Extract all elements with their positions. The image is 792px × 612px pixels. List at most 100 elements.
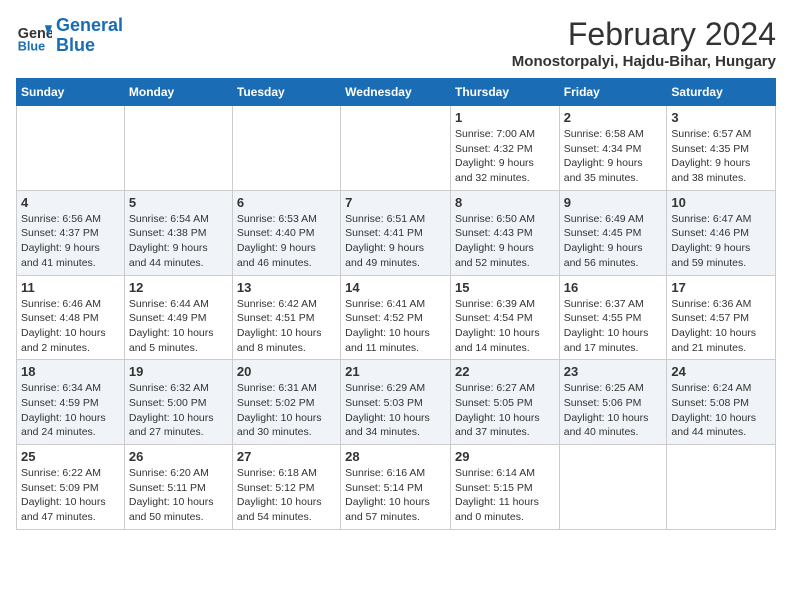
calendar-cell: 25 Sunrise: 6:22 AMSunset: 5:09 PMDayligh… [17,445,125,530]
day-info: Sunrise: 6:41 AMSunset: 4:52 PMDaylight:… [345,297,446,356]
day-info: Sunrise: 6:44 AMSunset: 4:49 PMDaylight:… [129,297,228,356]
calendar-cell: 21Sunrise: 6:29 AMSunset: 5:03 PMDayligh… [341,360,451,445]
title-area: February 2024 Monostorpalyi, Hajdu-Bihar… [512,16,776,70]
calendar-cell: 8 Sunrise: 6:50 AMSunset: 4:43 PMDaylight… [450,190,559,275]
day-info: Sunrise: 6:29 AMSunset: 5:03 PMDaylight:… [345,381,446,440]
weekday-tuesday: Tuesday [232,79,340,106]
day-info: Sunrise: 6:18 AMSunset: 5:12 PMDaylight:… [237,466,336,525]
day-number: 27 [237,449,336,464]
day-number: 4 [21,195,120,210]
weekday-friday: Friday [559,79,667,106]
calendar-cell: 4 Sunrise: 6:56 AMSunset: 4:37 PMDaylight… [17,190,125,275]
weekday-sunday: Sunday [17,79,125,106]
week-row-3: 18 Sunrise: 6:34 AMSunset: 4:59 PMDayligh… [17,360,776,445]
calendar-cell: 23 Sunrise: 6:25 AMSunset: 5:06 PMDayligh… [559,360,667,445]
calendar-cell: 15Sunrise: 6:39 AMSunset: 4:54 PMDayligh… [450,275,559,360]
calendar-cell: 16Sunrise: 6:37 AMSunset: 4:55 PMDayligh… [559,275,667,360]
calendar-cell: 12 Sunrise: 6:44 AMSunset: 4:49 PMDayligh… [124,275,232,360]
calendar-cell [667,445,776,530]
day-info: Sunrise: 6:24 AMSunset: 5:08 PMDaylight:… [671,381,771,440]
calendar-cell: 3Sunrise: 6:57 AMSunset: 4:35 PMDaylight… [667,106,776,191]
weekday-monday: Monday [124,79,232,106]
day-info: Sunrise: 7:00 AMSunset: 4:32 PMDaylight:… [455,127,555,186]
week-row-0: 1 Sunrise: 7:00 AMSunset: 4:32 PMDaylight… [17,106,776,191]
svg-text:Blue: Blue [18,39,45,53]
day-number: 18 [21,364,120,379]
main-title: February 2024 [512,16,776,53]
day-number: 13 [237,280,336,295]
calendar-cell: 7 Sunrise: 6:51 AMSunset: 4:41 PMDaylight… [341,190,451,275]
day-info: Sunrise: 6:16 AMSunset: 5:14 PMDaylight:… [345,466,446,525]
calendar-cell: 20Sunrise: 6:31 AMSunset: 5:02 PMDayligh… [232,360,340,445]
day-info: Sunrise: 6:51 AMSunset: 4:41 PMDaylight:… [345,212,446,271]
day-number: 7 [345,195,446,210]
day-number: 29 [455,449,555,464]
day-number: 2 [564,110,663,125]
logo-text: GeneralBlue [56,16,123,56]
day-info: Sunrise: 6:49 AMSunset: 4:45 PMDaylight:… [564,212,663,271]
day-number: 25 [21,449,120,464]
calendar-cell: 14 Sunrise: 6:41 AMSunset: 4:52 PMDayligh… [341,275,451,360]
weekday-wednesday: Wednesday [341,79,451,106]
day-number: 12 [129,280,228,295]
calendar-cell: 27 Sunrise: 6:18 AMSunset: 5:12 PMDayligh… [232,445,340,530]
calendar-table: SundayMondayTuesdayWednesdayThursdayFrid… [16,78,776,530]
subtitle: Monostorpalyi, Hajdu-Bihar, Hungary [512,53,776,70]
logo: General Blue GeneralBlue [16,16,123,56]
calendar-cell [17,106,125,191]
day-number: 5 [129,195,228,210]
week-row-2: 11 Sunrise: 6:46 AMSunset: 4:48 PMDayligh… [17,275,776,360]
day-info: Sunrise: 6:46 AMSunset: 4:48 PMDaylight:… [21,297,120,356]
day-info: Sunrise: 6:56 AMSunset: 4:37 PMDaylight:… [21,212,120,271]
day-info: Sunrise: 6:47 AMSunset: 4:46 PMDaylight:… [671,212,771,271]
day-number: 3 [671,110,771,125]
calendar-cell: 6Sunrise: 6:53 AMSunset: 4:40 PMDaylight… [232,190,340,275]
day-info: Sunrise: 6:36 AMSunset: 4:57 PMDaylight:… [671,297,771,356]
calendar-cell: 13 Sunrise: 6:42 AMSunset: 4:51 PMDayligh… [232,275,340,360]
calendar-cell: 10 Sunrise: 6:47 AMSunset: 4:46 PMDayligh… [667,190,776,275]
day-info: Sunrise: 6:58 AMSunset: 4:34 PMDaylight:… [564,127,663,186]
day-info: Sunrise: 6:54 AMSunset: 4:38 PMDaylight:… [129,212,228,271]
day-number: 6 [237,195,336,210]
calendar-body: 1 Sunrise: 7:00 AMSunset: 4:32 PMDaylight… [17,106,776,530]
header: General Blue GeneralBlue February 2024 M… [16,16,776,70]
day-info: Sunrise: 6:32 AMSunset: 5:00 PMDaylight:… [129,381,228,440]
calendar-cell: 5 Sunrise: 6:54 AMSunset: 4:38 PMDaylight… [124,190,232,275]
calendar-cell: 22 Sunrise: 6:27 AMSunset: 5:05 PMDayligh… [450,360,559,445]
calendar-cell: 2 Sunrise: 6:58 AMSunset: 4:34 PMDaylight… [559,106,667,191]
calendar-cell: 26 Sunrise: 6:20 AMSunset: 5:11 PMDayligh… [124,445,232,530]
day-number: 23 [564,364,663,379]
week-row-1: 4 Sunrise: 6:56 AMSunset: 4:37 PMDaylight… [17,190,776,275]
day-number: 9 [564,195,663,210]
day-number: 17 [671,280,771,295]
day-number: 24 [671,364,771,379]
calendar-cell: 11 Sunrise: 6:46 AMSunset: 4:48 PMDayligh… [17,275,125,360]
weekday-thursday: Thursday [450,79,559,106]
day-number: 26 [129,449,228,464]
logo-icon: General Blue [16,18,52,54]
day-info: Sunrise: 6:14 AMSunset: 5:15 PMDaylight:… [455,466,555,525]
calendar-cell: 9 Sunrise: 6:49 AMSunset: 4:45 PMDaylight… [559,190,667,275]
calendar-cell: 18 Sunrise: 6:34 AMSunset: 4:59 PMDayligh… [17,360,125,445]
calendar-cell: 17 Sunrise: 6:36 AMSunset: 4:57 PMDayligh… [667,275,776,360]
day-number: 1 [455,110,555,125]
calendar-cell [559,445,667,530]
day-number: 19 [129,364,228,379]
day-number: 22 [455,364,555,379]
calendar-cell: 28 Sunrise: 6:16 AMSunset: 5:14 PMDayligh… [341,445,451,530]
day-number: 11 [21,280,120,295]
day-info: Sunrise: 6:34 AMSunset: 4:59 PMDaylight:… [21,381,120,440]
day-number: 8 [455,195,555,210]
day-info: Sunrise: 6:31 AMSunset: 5:02 PMDaylight:… [237,381,336,440]
day-info: Sunrise: 6:25 AMSunset: 5:06 PMDaylight:… [564,381,663,440]
day-info: Sunrise: 6:42 AMSunset: 4:51 PMDaylight:… [237,297,336,356]
day-info: Sunrise: 6:50 AMSunset: 4:43 PMDaylight:… [455,212,555,271]
day-info: Sunrise: 6:22 AMSunset: 5:09 PMDaylight:… [21,466,120,525]
calendar-cell: 24 Sunrise: 6:24 AMSunset: 5:08 PMDayligh… [667,360,776,445]
day-number: 10 [671,195,771,210]
day-info: Sunrise: 6:27 AMSunset: 5:05 PMDaylight:… [455,381,555,440]
day-info: Sunrise: 6:20 AMSunset: 5:11 PMDaylight:… [129,466,228,525]
day-number: 28 [345,449,446,464]
day-number: 14 [345,280,446,295]
calendar-cell: 19 Sunrise: 6:32 AMSunset: 5:00 PMDayligh… [124,360,232,445]
